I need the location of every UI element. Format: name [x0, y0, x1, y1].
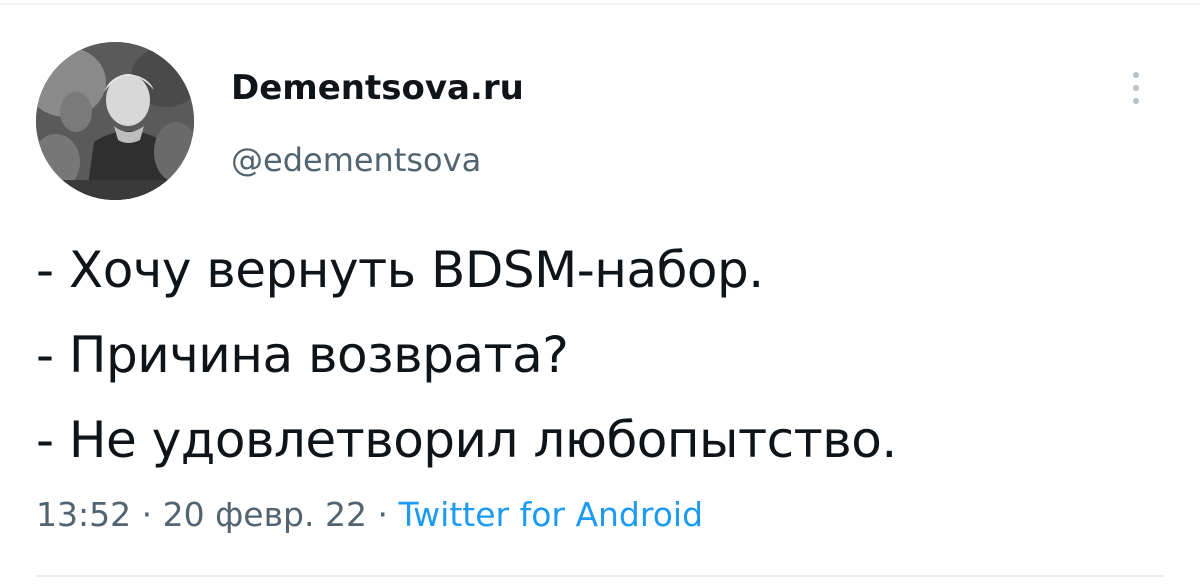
tweet-line: - Причина возврата? — [36, 326, 569, 384]
tweet-line: - Не удовлетворил любопытство. — [36, 411, 897, 469]
more-dot — [1133, 72, 1139, 78]
more-dot — [1133, 98, 1139, 104]
more-vertical-icon[interactable] — [1126, 68, 1146, 112]
tweet-line: - Хочу вернуть BDSM-набор. — [36, 241, 764, 299]
separator: · — [141, 495, 153, 534]
author-names: Dementsova.ru @edementsova — [231, 68, 524, 180]
tweet-header: Dementsova.ru @edementsova — [36, 38, 1164, 200]
tweet-text: - Хочу вернуть BDSM-набор. - Причина воз… — [36, 228, 897, 483]
avatar-photo — [36, 42, 194, 200]
bottom-divider — [36, 575, 1164, 577]
tweet: Dementsova.ru @edementsova - Хочу вернут… — [36, 38, 1164, 534]
separator: · — [377, 495, 388, 534]
tweet-date[interactable]: 20 февр. 22 — [163, 495, 367, 534]
avatar[interactable] — [36, 42, 194, 200]
tweet-source-link[interactable]: Twitter for Android — [398, 495, 703, 534]
more-dot — [1133, 85, 1139, 91]
display-name[interactable]: Dementsova.ru — [231, 68, 524, 108]
tweet-time[interactable]: 13:52 — [36, 495, 131, 534]
tweet-meta: 13:52 · 20 февр. 22 · Twitter for Androi… — [36, 493, 703, 537]
user-handle[interactable]: @edementsova — [231, 140, 524, 180]
top-divider — [0, 3, 1200, 5]
